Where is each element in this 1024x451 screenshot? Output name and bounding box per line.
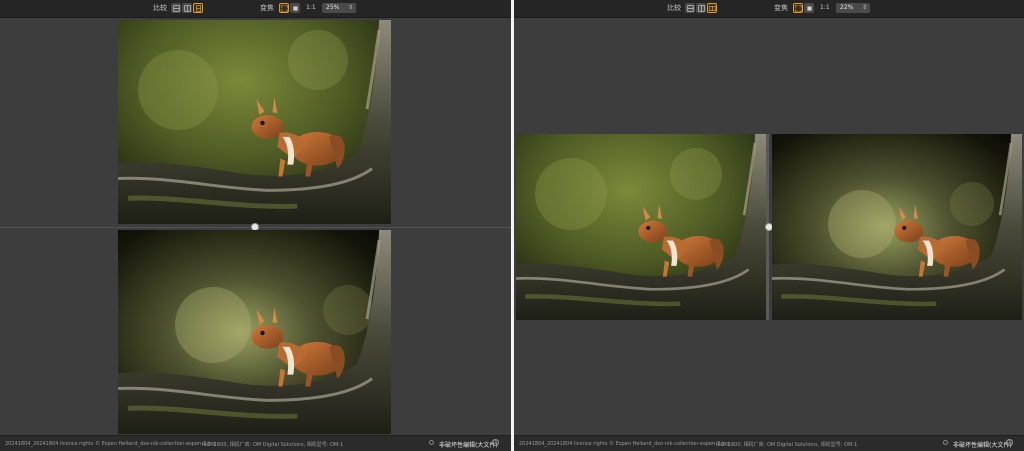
compare-label: 比较: [667, 4, 681, 12]
help-button[interactable]: ?: [1006, 439, 1013, 446]
fill-icon: [292, 5, 298, 11]
split-view-button[interactable]: [685, 3, 695, 13]
split-view-icon: [686, 4, 694, 12]
compare-mode-group: [685, 3, 717, 13]
zoom-value: 22%: [840, 4, 854, 11]
fill-button[interactable]: [290, 3, 300, 13]
zoom-value: 25%: [326, 4, 340, 11]
zoom-mode-group: [279, 3, 300, 13]
fill-button[interactable]: [804, 3, 814, 13]
chevron-updown-icon: ⇕: [861, 4, 867, 11]
after-image: [118, 230, 391, 434]
before-image: [118, 20, 391, 224]
edit-mode-indicator: [943, 440, 948, 445]
single-view-icon: [708, 5, 716, 11]
side-by-side-button[interactable]: [696, 3, 706, 13]
one-to-one-button[interactable]: 1:1: [818, 3, 832, 13]
chevron-updown-icon: ⇕: [347, 4, 353, 11]
toolbar: 比较 变焦 1:1 25% ⇕: [0, 0, 511, 18]
after-image: [772, 134, 1022, 320]
status-bar: 20241804_20241804 licence rights © Espen…: [0, 435, 511, 451]
edit-mode-label: 非破坏性编辑(大文件): [953, 442, 1012, 449]
file-name: 20241804_20241804 licence rights © Espen…: [519, 441, 730, 447]
split-view-icon: [172, 4, 180, 12]
zoom-mode-group: [793, 3, 814, 13]
zoom-mode-label: 变焦: [260, 4, 274, 12]
fit-icon: [794, 4, 802, 12]
side-by-side-icon: [183, 4, 191, 12]
single-view-button[interactable]: [707, 3, 717, 13]
toolbar: 比较 变焦 1:1 22% ⇕: [514, 0, 1024, 18]
zoom-select[interactable]: 25% ⇕: [322, 3, 356, 13]
file-name: 20241804_20241804 licence rights © Espen…: [5, 441, 216, 447]
single-view-icon: [195, 4, 201, 12]
zoom-mode-label: 变焦: [774, 4, 788, 12]
exif-info: ISO: 1600, 相机厂商: OM Digital Solutions, 相…: [716, 442, 858, 448]
fit-icon: [280, 4, 288, 12]
compare-mode-group: [171, 3, 203, 13]
split-view-button[interactable]: [171, 3, 181, 13]
single-view-button[interactable]: [193, 3, 203, 13]
help-button[interactable]: ?: [492, 439, 499, 446]
compare-label: 比较: [153, 4, 167, 12]
one-to-one-button[interactable]: 1:1: [304, 3, 318, 13]
edit-mode-label: 非破坏性编辑(大文件): [439, 442, 498, 449]
fit-button[interactable]: [793, 3, 803, 13]
compare-pane-left: 比较 变焦 1:1 25% ⇕ 20241804_20241804 licenc…: [0, 0, 511, 451]
before-image: [516, 134, 766, 320]
compare-pane-right: 比较 变焦 1:1 22% ⇕ 20241804_20241804 licenc…: [514, 0, 1024, 451]
exif-info: ISO: 1600, 相机厂商: OM Digital Solutions, 相…: [202, 442, 344, 448]
fill-icon: [806, 5, 812, 11]
zoom-select[interactable]: 22% ⇕: [836, 3, 870, 13]
fit-button[interactable]: [279, 3, 289, 13]
side-by-side-button[interactable]: [182, 3, 192, 13]
status-bar: 20241804_20241804 licence rights © Espen…: [514, 435, 1024, 451]
edit-mode-indicator: [429, 440, 434, 445]
side-by-side-icon: [697, 4, 705, 12]
